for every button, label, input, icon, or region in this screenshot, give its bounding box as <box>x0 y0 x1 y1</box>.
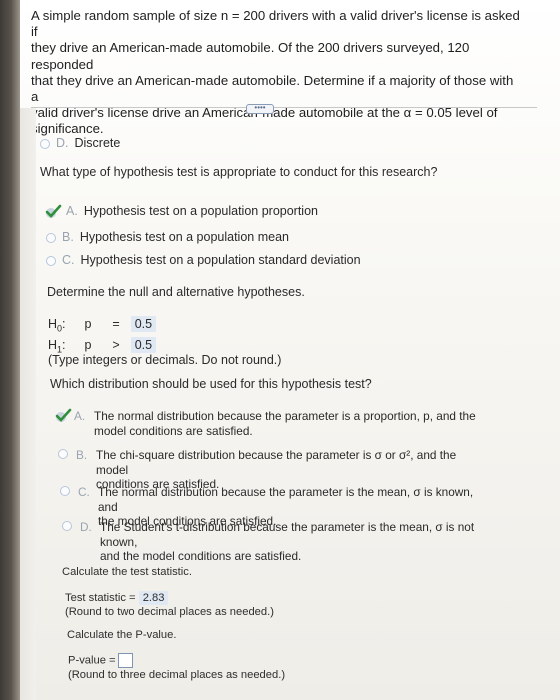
q3-option-d[interactable]: D. The Student's t-distribution because … <box>62 520 502 563</box>
option-text: Hypothesis test on a population standard… <box>80 253 361 267</box>
h1-param: p <box>84 338 92 352</box>
h-letter: H <box>48 317 58 331</box>
option-text-line: The normal distribution because the para… <box>94 409 476 423</box>
option-text-line: model conditions are satisfied. <box>94 423 253 438</box>
left-band <box>20 108 36 700</box>
radio-button[interactable] <box>60 486 70 496</box>
h1-operator: > <box>112 338 120 352</box>
radio-button[interactable] <box>46 255 56 266</box>
page: A simple random sample of size n = 200 d… <box>20 0 560 700</box>
option-text-line: The Student's t-distribution because the… <box>100 520 475 549</box>
q1-option-b[interactable]: B. Hypothesis test on a population mean <box>46 230 289 244</box>
q5-prompt: Calculate the P-value. <box>67 629 177 641</box>
checkmark-icon <box>55 408 72 422</box>
option-text-line: The normal distribution because the para… <box>98 485 474 514</box>
h-subscript: 0 <box>57 323 63 334</box>
option-text-line: The chi-square distribution because the … <box>96 448 457 477</box>
q5-note: (Round to three decimal places as needed… <box>68 669 286 681</box>
q3-option-a[interactable]: A. The normal distribution because the p… <box>55 408 496 439</box>
photo-edge <box>0 0 20 700</box>
h-letter: H <box>48 338 58 352</box>
option-letter: A. <box>74 409 86 423</box>
option-text: The normal distribution because the para… <box>94 409 484 438</box>
p-value-row: P-value = <box>68 653 133 668</box>
q2-prompt: Determine the null and alternative hypot… <box>47 285 305 299</box>
h0-label: H0: <box>48 317 66 334</box>
option-letter: B. <box>76 448 88 462</box>
checkmark-icon <box>45 204 62 218</box>
q2-note: (Type integers or decimals. Do not round… <box>48 353 282 367</box>
radio-button[interactable] <box>40 138 50 149</box>
expand-more-button[interactable]: •••• <box>246 104 274 114</box>
q4-note: (Round to two decimal places as needed.) <box>65 606 274 618</box>
h0-row: H0: p = 0.5 <box>48 316 157 334</box>
option-letter: C. <box>78 485 90 499</box>
problem-statement: A simple random sample of size n = 200 d… <box>31 8 521 138</box>
test-statistic-label: Test statistic = <box>65 592 136 604</box>
p-value-input[interactable] <box>117 653 133 668</box>
h1-value-input[interactable]: 0.5 <box>130 337 157 353</box>
option-text-line: and the model conditions are satisfied. <box>100 549 302 563</box>
test-statistic-row: Test statistic = 2.83 <box>65 591 169 605</box>
h0-param: p <box>84 317 92 331</box>
radio-button[interactable] <box>46 232 56 243</box>
option-letter: B. <box>62 230 74 244</box>
problem-line: that they drive an American-made automob… <box>31 72 514 105</box>
option-text: The Student's t-distribution because the… <box>100 520 490 564</box>
p-value-label: P-value = <box>68 654 116 667</box>
q4-prompt: Calculate the test statistic. <box>62 566 192 578</box>
option-text: Hypothesis test on a population mean <box>79 230 289 244</box>
q3-option-b[interactable]: B. The chi-square distribution because t… <box>58 448 498 491</box>
option-text: Hypothesis test on a population proporti… <box>83 204 318 218</box>
q3-option-c[interactable]: C. The normal distribution because the p… <box>60 485 500 528</box>
divider <box>31 107 537 108</box>
q1-option-c[interactable]: C. Hypothesis test on a population standa… <box>46 253 361 267</box>
h0-value-input[interactable]: 0.5 <box>130 316 157 332</box>
option-letter: D. <box>80 520 92 534</box>
h1-label: H1: <box>48 338 66 355</box>
radio-button[interactable] <box>62 521 72 531</box>
problem-line: A simple random sample of size n = 200 d… <box>31 8 520 40</box>
q3-prompt: Which distribution should be used for th… <box>50 377 372 391</box>
prev-option-d[interactable]: D. Discrete <box>40 136 120 150</box>
test-statistic-input[interactable]: 2.83 <box>138 591 169 605</box>
h1-row: H1: p > 0.5 <box>48 337 157 355</box>
option-text: Discrete <box>74 136 121 150</box>
q1-prompt: What type of hypothesis test is appropri… <box>40 165 438 179</box>
radio-button[interactable] <box>58 449 68 459</box>
q1-option-a[interactable]: A. Hypothesis test on a population propor… <box>45 204 318 218</box>
h0-operator: = <box>112 317 120 331</box>
option-letter: A. <box>66 204 78 218</box>
problem-line: they drive an American-made automobile. … <box>31 40 470 72</box>
option-letter: D. <box>56 136 69 150</box>
option-letter: C. <box>62 253 75 267</box>
